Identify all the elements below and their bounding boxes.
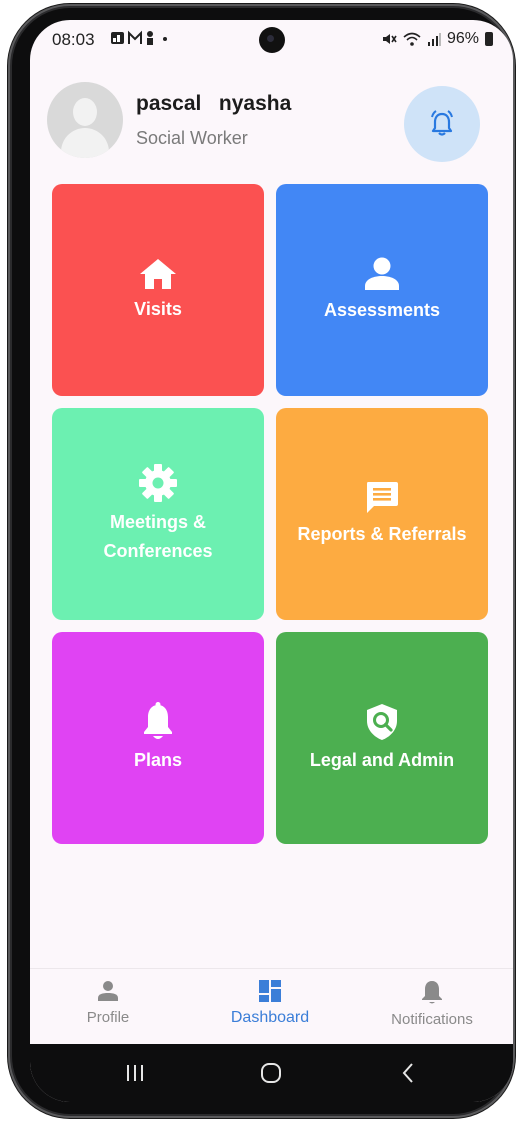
tile-label: Visits: [134, 298, 182, 319]
avatar[interactable]: [47, 82, 123, 158]
person-icon: [98, 981, 118, 1001]
nav-notifications[interactable]: Notifications: [357, 979, 507, 1028]
back-icon[interactable]: [400, 1062, 416, 1084]
status-notification-icons: [111, 30, 167, 45]
tile-meetings-conferences[interactable]: Meetings & Conferences: [52, 408, 264, 620]
nav-label: Notifications: [391, 1011, 473, 1028]
battery-percent: 96%: [446, 30, 479, 47]
nav-profile[interactable]: Profile: [33, 979, 183, 1026]
person-icon: [365, 257, 399, 290]
shield-search-icon: [367, 703, 397, 740]
home-icon: [140, 258, 176, 289]
nav-label: Dashboard: [230, 1009, 310, 1026]
tile-label: Legal and Admin: [309, 749, 455, 770]
user-role: Social Worker: [136, 128, 248, 148]
nav-dashboard[interactable]: Dashboard: [195, 979, 345, 1027]
alarm-bell-icon: [431, 110, 453, 136]
tile-plans[interactable]: Plans: [52, 632, 264, 844]
alarm-button[interactable]: [404, 86, 480, 162]
tile-label: Assessments: [323, 299, 441, 320]
status-time: 08:03: [52, 30, 95, 49]
tile-legal-admin[interactable]: Legal and Admin: [276, 632, 488, 844]
tile-assessments[interactable]: Assessments: [276, 184, 488, 396]
battery-icon: [485, 32, 493, 46]
tile-label: Plans: [133, 749, 183, 770]
status-right: 96%: [381, 30, 493, 48]
nav-label: Profile: [86, 1009, 130, 1026]
system-nav-bar: [30, 1044, 513, 1102]
message-icon: [367, 481, 398, 513]
front-camera: [259, 27, 285, 53]
dashboard-icon: [259, 980, 281, 1002]
gear-icon: [139, 464, 177, 502]
tile-visits[interactable]: Visits: [52, 184, 264, 396]
home-button-icon[interactable]: [260, 1062, 282, 1084]
status-bar: 08:03 96%: [30, 20, 513, 64]
app-screen: 08:03 96% pascal nyasha Social Worker Vi…: [30, 20, 513, 1102]
tile-reports-referrals[interactable]: Reports & Referrals: [276, 408, 488, 620]
tile-label: Meetings & Conferences: [103, 512, 213, 561]
bell-icon: [144, 701, 172, 739]
recent-apps-icon[interactable]: [124, 1063, 146, 1083]
wifi-icon: [403, 32, 421, 46]
signal-icon: [427, 33, 441, 46]
bottom-nav: Profile Dashboard Notifications: [30, 968, 513, 1045]
user-name: pascal nyasha: [136, 92, 292, 115]
tile-label: Reports & Referrals: [297, 523, 467, 544]
notification-icons: [110, 30, 172, 50]
mute-icon: [382, 34, 397, 44]
bell-icon: [422, 981, 442, 1004]
